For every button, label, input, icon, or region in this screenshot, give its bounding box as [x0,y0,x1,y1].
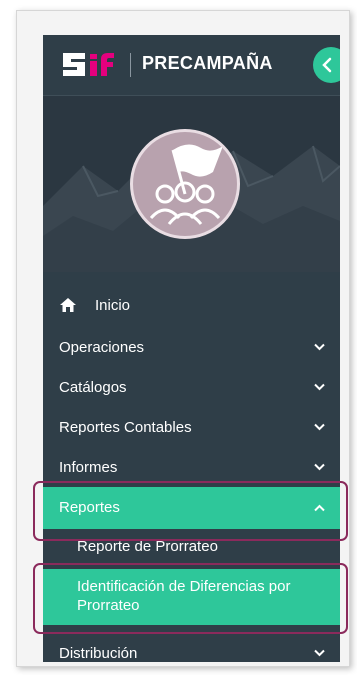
chevron-down-icon [314,463,325,471]
profile-banner [43,96,340,272]
sidebar-item-label: Catálogos [59,379,127,396]
highlight-box-reportes [33,481,348,541]
user-avatar [130,129,240,239]
chevron-down-icon [314,649,325,657]
chevron-left-icon [322,57,332,73]
chevron-down-icon [314,423,325,431]
sidebar-item-distribucion[interactable]: Distribución [43,633,340,662]
sidebar-item-reportes-contables[interactable]: Reportes Contables [43,407,340,447]
sidebar-item-inicio[interactable]: Inicio [43,285,340,325]
chevron-down-icon [314,343,325,351]
home-icon [60,298,76,312]
logo-divider [130,53,131,77]
flag-group-icon [149,144,223,225]
sidebar-item-catalogos[interactable]: Catálogos [43,367,340,407]
sidebar-item-label: Distribución [59,645,138,662]
highlight-box-identificacion [33,563,348,634]
sidebar-item-label: Reportes Contables [59,419,192,436]
sif-logo [63,53,114,76]
sidebar-header: PRECAMPAÑA [43,35,340,96]
chevron-down-icon [314,383,325,391]
sidebar-item-operaciones[interactable]: Operaciones [43,327,340,367]
sidebar-item-label: Inicio [95,297,131,314]
sidebar-item-label: Operaciones [59,339,145,356]
collapse-sidebar-button[interactable] [313,47,340,83]
app-title: PRECAMPAÑA [142,53,273,73]
sidebar-item-label: Informes [59,459,118,476]
